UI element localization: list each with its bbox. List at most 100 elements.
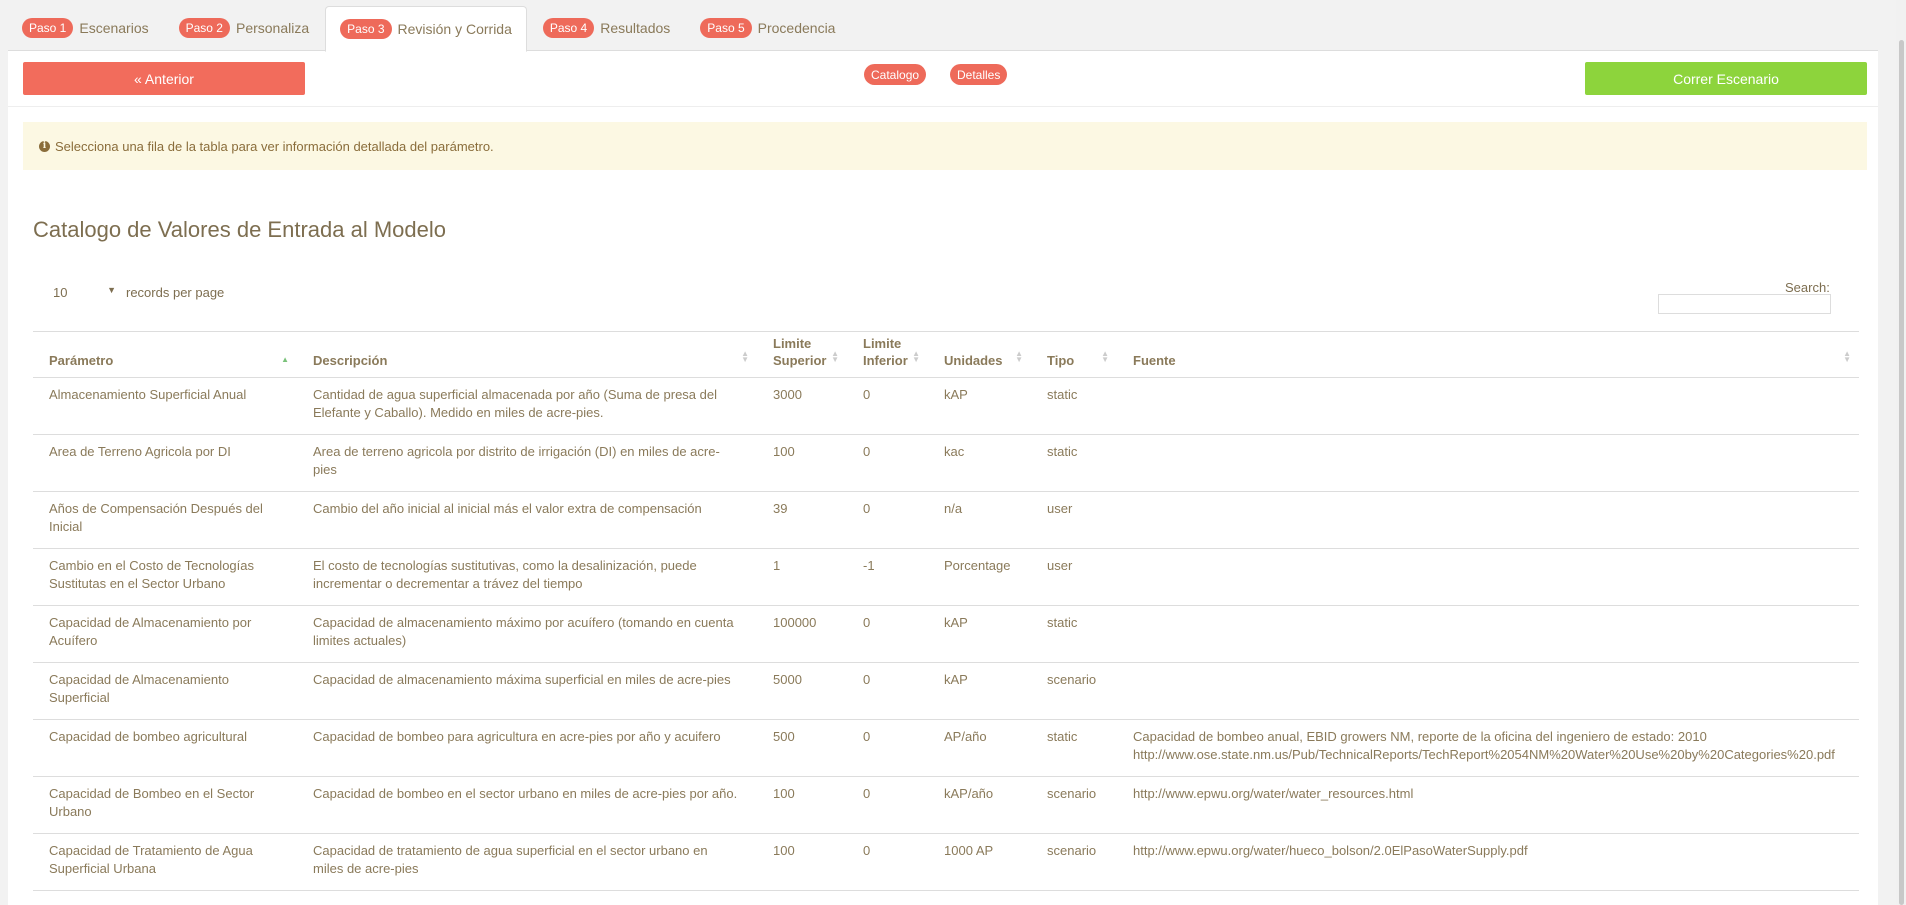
cell-parametro: Almacenamiento Superficial Anual bbox=[33, 377, 297, 435]
info-alert: i Selecciona una fila de la tabla para v… bbox=[23, 122, 1867, 170]
tab-paso-1[interactable]: Paso 1 Escenarios bbox=[8, 6, 163, 50]
cell-parametro: Capacidad de Tratamiento de Agua Superfi… bbox=[33, 833, 297, 891]
cell-tipo: scenario bbox=[1031, 662, 1117, 720]
sort-icon: ▲ ▼ bbox=[741, 349, 749, 364]
scrollbar-thumb[interactable] bbox=[1899, 40, 1904, 905]
catalog-button[interactable]: Catalogo bbox=[864, 64, 927, 85]
cell-tipo: static bbox=[1031, 377, 1117, 435]
column-header-unidades[interactable]: Unidades ▲ ▼ bbox=[928, 331, 1031, 378]
cell-limite-superior: 5000 bbox=[757, 662, 847, 720]
tab-paso-2[interactable]: Paso 2 Personaliza bbox=[165, 6, 324, 50]
tab-label: Revisión y Corrida bbox=[397, 21, 512, 37]
column-header-limite-superior[interactable]: Limite Superior ▲ ▼ bbox=[757, 331, 847, 378]
cell-descripcion: Capacidad de bombeo para agricultura en … bbox=[297, 719, 757, 777]
cell-limite-inferior: 0 bbox=[847, 605, 928, 663]
cell-tipo: static bbox=[1031, 434, 1117, 492]
table-row[interactable]: Capacidad de Almacenamiento por Acuífero… bbox=[33, 605, 1859, 663]
catalog-table: Parámetro ▲ Descripción ▲ ▼ Limite Superior… bbox=[33, 331, 1859, 891]
cell-descripcion: Cantidad de agua superficial almacenada … bbox=[297, 377, 757, 435]
cell-parametro: Capacidad de bombeo agricultural bbox=[33, 719, 297, 777]
cell-parametro: Cambio en el Costo de Tecnologías Sustit… bbox=[33, 548, 297, 606]
records-per-page-value: 10 bbox=[53, 285, 68, 300]
column-header-parametro[interactable]: Parámetro ▲ bbox=[33, 331, 297, 378]
table-row[interactable]: Capacidad de Bombeo en el Sector Urbano … bbox=[33, 776, 1859, 834]
step-badge: Paso 4 bbox=[542, 18, 595, 38]
cell-tipo: scenario bbox=[1031, 776, 1117, 834]
search-input[interactable] bbox=[1658, 294, 1831, 314]
cell-unidades: 1000 AP bbox=[928, 833, 1031, 891]
sort-icon: ▲ ▼ bbox=[831, 349, 839, 364]
cell-tipo: user bbox=[1031, 548, 1117, 606]
records-per-page: 10 ▼ records per page bbox=[53, 285, 224, 300]
cell-fuente bbox=[1117, 491, 1859, 549]
sort-icon: ▲ ▼ bbox=[1101, 349, 1109, 364]
step-badge: Paso 5 bbox=[700, 18, 752, 38]
cell-limite-inferior: 0 bbox=[847, 776, 928, 834]
table-row[interactable]: Capacidad de Almacenamiento Superficial … bbox=[33, 662, 1859, 720]
cell-limite-superior: 100 bbox=[757, 833, 847, 891]
table-row[interactable]: Cambio en el Costo de Tecnologías Sustit… bbox=[33, 548, 1859, 606]
column-header-tipo[interactable]: Tipo ▲ ▼ bbox=[1031, 331, 1117, 378]
cell-tipo: static bbox=[1031, 605, 1117, 663]
cell-unidades: kAP bbox=[928, 662, 1031, 720]
caret-down-icon: ▼ bbox=[107, 285, 116, 295]
records-per-page-select[interactable]: 10 ▼ bbox=[53, 285, 116, 300]
cell-limite-inferior: 0 bbox=[847, 434, 928, 492]
step-badge: Paso 3 bbox=[340, 19, 392, 39]
table-row[interactable]: Capacidad de Tratamiento de Agua Superfi… bbox=[33, 833, 1859, 891]
cell-limite-superior: 3000 bbox=[757, 377, 847, 435]
page-title: Catalogo de Valores de Entrada al Modelo bbox=[33, 217, 446, 242]
cell-limite-inferior: -1 bbox=[847, 548, 928, 606]
cell-limite-superior: 100 bbox=[757, 434, 847, 492]
column-header-descripcion[interactable]: Descripción ▲ ▼ bbox=[297, 331, 757, 378]
cell-tipo: user bbox=[1031, 491, 1117, 549]
cell-descripcion: Capacidad de almacenamiento máximo por a… bbox=[297, 605, 757, 663]
cell-descripcion: Capacidad de bombeo en el sector urbano … bbox=[297, 776, 757, 834]
table-row[interactable]: Area de Terreno Agricola por DI Area de … bbox=[33, 434, 1859, 492]
cell-tipo: scenario bbox=[1031, 833, 1117, 891]
table-row[interactable]: Almacenamiento Superficial Anual Cantida… bbox=[33, 377, 1859, 435]
step-tabs: Paso 1 Escenarios Paso 2 Personaliza Pas… bbox=[8, 6, 851, 52]
cell-limite-inferior: 0 bbox=[847, 377, 928, 435]
cell-unidades: kAP bbox=[928, 377, 1031, 435]
table-row[interactable]: Capacidad de bombeo agricultural Capacid… bbox=[33, 719, 1859, 777]
cell-fuente bbox=[1117, 434, 1859, 492]
cell-parametro: Capacidad de Bombeo en el Sector Urbano bbox=[33, 776, 297, 834]
cell-descripcion: Capacidad de tratamiento de agua superfi… bbox=[297, 833, 757, 891]
sort-icon: ▲ bbox=[281, 355, 289, 364]
table-row[interactable]: Años de Compensación Después del Inicial… bbox=[33, 491, 1859, 549]
cell-unidades: kac bbox=[928, 434, 1031, 492]
sort-icon: ▲ ▼ bbox=[1843, 349, 1851, 364]
tab-paso-4[interactable]: Paso 4 Resultados bbox=[529, 6, 684, 50]
main-panel: « Anterior Catalogo Detalles Correr Esce… bbox=[8, 50, 1878, 905]
cell-parametro: Area de Terreno Agricola por DI bbox=[33, 434, 297, 492]
cell-tipo: static bbox=[1031, 719, 1117, 777]
cell-limite-superior: 100000 bbox=[757, 605, 847, 663]
tab-paso-3[interactable]: Paso 3 Revisión y Corrida bbox=[325, 6, 527, 52]
step-badge: Paso 2 bbox=[178, 18, 230, 38]
cell-fuente bbox=[1117, 548, 1859, 606]
info-circle-icon: i bbox=[39, 140, 50, 152]
cell-fuente bbox=[1117, 377, 1859, 435]
cell-unidades: Porcentage bbox=[928, 548, 1031, 606]
cell-limite-superior: 39 bbox=[757, 491, 847, 549]
cell-descripcion: El costo de tecnologías sustitutivas, co… bbox=[297, 548, 757, 606]
tab-label: Procedencia bbox=[757, 20, 836, 36]
sort-icon: ▲ ▼ bbox=[912, 349, 920, 364]
cell-limite-superior: 100 bbox=[757, 776, 847, 834]
tab-label: Escenarios bbox=[79, 20, 149, 36]
cell-fuente: http://www.epwu.org/water/hueco_bolson/2… bbox=[1117, 833, 1859, 891]
column-header-fuente[interactable]: Fuente ▲ ▼ bbox=[1117, 331, 1859, 378]
cell-unidades: kAP bbox=[928, 605, 1031, 663]
cell-unidades: n/a bbox=[928, 491, 1031, 549]
cell-descripcion: Area de terreno agricola por distrito de… bbox=[297, 434, 757, 492]
run-scenario-button[interactable]: Correr Escenario bbox=[1585, 62, 1867, 95]
cell-limite-inferior: 0 bbox=[847, 833, 928, 891]
details-button[interactable]: Detalles bbox=[950, 64, 1008, 85]
cell-fuente: http://www.epwu.org/water/water_resource… bbox=[1117, 776, 1859, 834]
tab-paso-5[interactable]: Paso 5 Procedencia bbox=[686, 6, 849, 50]
column-header-limite-inferior[interactable]: Limite Inferior ▲ ▼ bbox=[847, 331, 928, 378]
cell-parametro: Capacidad de Almacenamiento Superficial bbox=[33, 662, 297, 720]
previous-button[interactable]: « Anterior bbox=[23, 62, 305, 95]
sort-icon: ▲ ▼ bbox=[1015, 349, 1023, 364]
